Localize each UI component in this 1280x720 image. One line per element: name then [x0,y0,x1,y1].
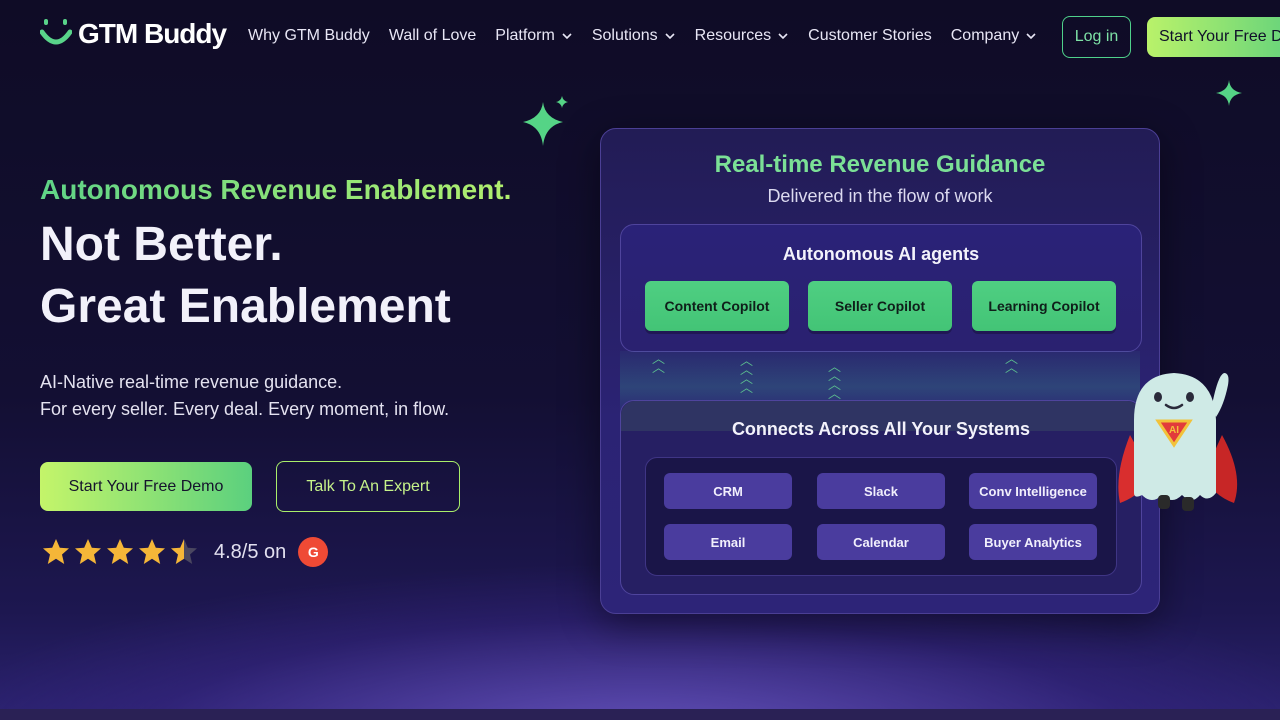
chevron-up-icon: ︿ ︿ [1005,352,1019,376]
nav-label: Resources [694,27,772,44]
nav-resources[interactable]: Resources [695,24,789,48]
hero-subtitle-line2: For every seller. Every deal. Every mome… [40,399,450,419]
nav-platform[interactable]: Platform [495,24,573,48]
system-conv-intelligence[interactable]: Conv Intelligence [969,473,1097,509]
system-slack[interactable]: Slack [817,473,945,509]
nav-label: Platform [495,27,555,44]
hero-subtitle: AI-Native real-time revenue guidance. Fo… [40,369,449,423]
rating: 4.8/5 on G [40,536,329,568]
agents-title: Autonomous AI agents [782,244,980,264]
revenue-guidance-card: Real-time Revenue Guidance Delivered in … [600,128,1160,614]
hero-title-line1: Not Better. [40,218,283,271]
nav-label: Solutions [591,27,658,44]
star-icon [43,539,69,564]
sparkle-icon [1216,80,1242,106]
nav-label: Customer Stories [808,27,932,44]
agent-seller-copilot[interactable]: Seller Copilot [808,281,952,331]
star-icon [75,539,101,564]
chevron-up-icon: ︿ ︿ ︿ ︿ [828,360,842,402]
nav-company[interactable]: Company [951,24,1037,48]
hero-subtitle-line1: AI-Native real-time revenue guidance. [40,372,343,392]
system-crm[interactable]: CRM [664,473,792,509]
g2-badge-label: G [307,544,319,560]
nav-label: Why GTM Buddy [248,27,370,44]
chevron-down-icon [1026,33,1036,40]
nav-demo-button[interactable]: Start Your Free Demo [1147,17,1280,57]
nav-label: Wall of Love [388,27,477,44]
systems-grid: CRM Slack Conv Intelligence Email Calend… [645,457,1117,576]
talk-to-expert-button[interactable]: Talk To An Expert [276,461,460,512]
card-subtitle: Delivered in the flow of work [767,186,993,206]
ghost-mascot-icon: AI [1118,373,1238,511]
system-buyer-analytics[interactable]: Buyer Analytics [969,524,1097,560]
main-nav: Why GTM Buddy Wall of Love Platform Solu… [248,24,1056,48]
nav-solutions[interactable]: Solutions [592,24,676,48]
hero-title: Not Better. Great Enablement [40,214,451,338]
hero-eyebrow: Autonomous Revenue Enablement. [40,174,511,206]
chevron-up-icon: ︿ ︿ [652,352,666,376]
smile-logo-icon [40,19,72,45]
hero-eyebrow-text: Autonomous Revenue Enablement. [40,174,512,205]
chevron-down-icon [562,33,572,40]
hero-title-line2: Great Enablement [40,280,451,333]
agent-learning-copilot[interactable]: Learning Copilot [972,281,1116,331]
systems-title: Connects Across All Your Systems [731,419,1031,439]
systems-panel: Connects Across All Your Systems CRM Sla… [620,400,1142,595]
nav-why-gtm-buddy[interactable]: Why GTM Buddy [248,24,370,48]
agents-panel: Autonomous AI agents Content Copilot Sel… [620,224,1142,352]
star-icon [107,539,133,564]
half-star-icon [171,539,197,564]
system-calendar[interactable]: Calendar [817,524,945,560]
agent-content-copilot[interactable]: Content Copilot [645,281,789,331]
nav-wall-of-love[interactable]: Wall of Love [389,24,476,48]
start-demo-button[interactable]: Start Your Free Demo [40,462,252,511]
rating-text: 4.8/5 on [214,540,287,563]
bottom-strip [0,709,1280,720]
chevron-down-icon [665,33,675,40]
chevron-up-icon: ︿ ︿ ︿ ︿ [740,354,754,396]
chevron-down-icon [778,33,788,40]
g2-logo-icon[interactable]: G [298,537,329,567]
card-title: Real-time Revenue Guidance [714,151,1046,178]
logo[interactable]: GTM Buddy [40,18,227,50]
sparkle-icon [523,96,568,146]
system-email[interactable]: Email [664,524,792,560]
star-icon [139,539,165,564]
mascot-badge-text: AI [1169,425,1179,436]
logo-text: GTM Buddy [78,18,227,49]
nav-customer-stories[interactable]: Customer Stories [808,24,932,48]
nav-label: Company [950,27,1020,44]
login-button[interactable]: Log in [1062,16,1131,58]
